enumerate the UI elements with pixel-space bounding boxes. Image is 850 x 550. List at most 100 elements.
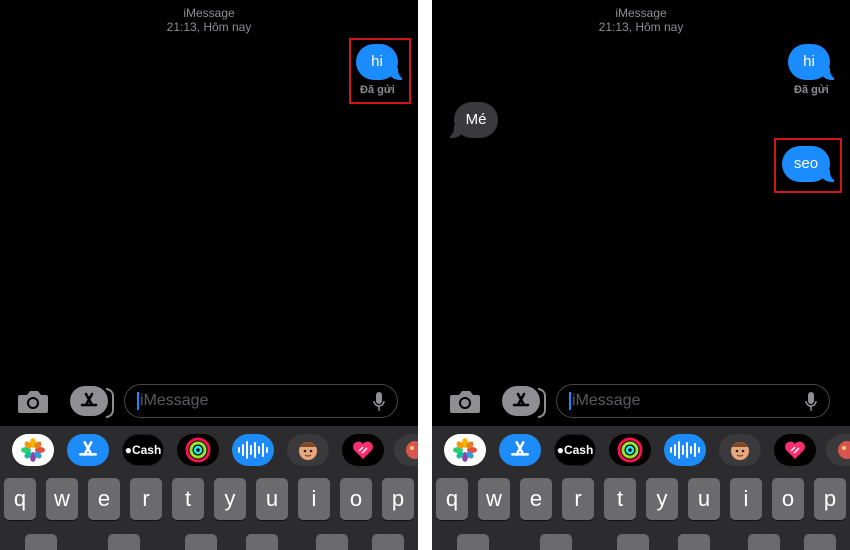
message-input[interactable]: iMessage [556, 384, 830, 418]
camera-button[interactable] [16, 388, 50, 416]
photos-app[interactable] [444, 434, 486, 466]
microphone-icon[interactable] [373, 392, 385, 412]
key-row2[interactable] [678, 534, 710, 550]
memoji-app[interactable] [719, 434, 761, 466]
key-row2[interactable] [246, 534, 278, 550]
key-r[interactable]: r [130, 478, 162, 520]
key-row2[interactable] [108, 534, 140, 550]
apple-cash-label: Cash [131, 443, 162, 457]
text-caret [569, 392, 571, 410]
more-apps-icon [406, 441, 418, 459]
apps-button[interactable] [502, 386, 546, 418]
thread-header: iMessage 21:13, Hôm nay [0, 6, 418, 34]
message-bubble-received[interactable]: Mé [444, 102, 498, 138]
highlight-box [774, 138, 842, 193]
apple-cash-icon: ● [124, 443, 132, 457]
app-store-icon [80, 392, 98, 407]
app-store-app[interactable] [499, 434, 541, 466]
apple-cash-label: Cash [563, 443, 594, 457]
audio-message-app[interactable] [664, 434, 706, 466]
keyboard: q w e r t y u i o p [432, 474, 850, 550]
key-e[interactable]: e [88, 478, 120, 520]
thread-timestamp: 21:13, Hôm nay [598, 20, 684, 34]
key-row2[interactable] [804, 534, 836, 550]
key-p[interactable]: p [814, 478, 846, 520]
apps-button[interactable] [70, 386, 114, 418]
text-caret [137, 392, 139, 410]
message-text: Mé [465, 111, 487, 128]
key-i[interactable]: i [730, 478, 762, 520]
delivered-status: Đã gửi [794, 84, 829, 96]
key-r[interactable]: r [562, 478, 594, 520]
key-q[interactable]: q [436, 478, 468, 520]
key-e[interactable]: e [520, 478, 552, 520]
service-label: iMessage [183, 6, 235, 20]
apple-cash-icon: ● [556, 443, 564, 457]
key-row2[interactable] [25, 534, 57, 550]
key-w[interactable]: w [478, 478, 510, 520]
photos-icon [21, 438, 45, 462]
message-input-placeholder: iMessage [572, 392, 641, 409]
memoji-app[interactable] [287, 434, 329, 466]
key-o[interactable]: o [340, 478, 372, 520]
app-drawer: ● Cash [432, 426, 850, 474]
digital-touch-icon [785, 441, 805, 459]
digital-touch-icon [353, 441, 373, 459]
key-row2[interactable] [748, 534, 780, 550]
photos-icon [453, 438, 477, 462]
key-row2[interactable] [457, 534, 489, 550]
memoji-icon [299, 442, 317, 460]
key-t[interactable]: t [172, 478, 204, 520]
more-apps-app[interactable] [394, 434, 418, 466]
key-q[interactable]: q [4, 478, 36, 520]
app-store-icon [79, 441, 97, 456]
key-t[interactable]: t [604, 478, 636, 520]
key-row2[interactable] [316, 534, 348, 550]
key-u[interactable]: u [256, 478, 288, 520]
key-row2[interactable] [617, 534, 649, 550]
digital-touch-app[interactable] [342, 434, 384, 466]
apple-cash-app[interactable]: ● Cash [554, 434, 596, 466]
audio-message-icon [238, 441, 268, 459]
key-y[interactable]: y [214, 478, 246, 520]
message-input-placeholder: iMessage [140, 392, 209, 409]
thread-header: iMessage 21:13, Hôm nay [432, 6, 850, 34]
thread-timestamp: 21:13, Hôm nay [166, 20, 252, 34]
key-row2[interactable] [540, 534, 572, 550]
key-w[interactable]: w [46, 478, 78, 520]
key-i[interactable]: i [298, 478, 330, 520]
camera-button[interactable] [448, 388, 482, 416]
key-y[interactable]: y [646, 478, 678, 520]
digital-touch-app[interactable] [774, 434, 816, 466]
app-store-icon [512, 392, 530, 407]
camera-icon [450, 391, 480, 413]
key-p[interactable]: p [382, 478, 414, 520]
memoji-icon [731, 442, 749, 460]
fitness-app[interactable] [609, 434, 651, 466]
keyboard: q w e r t y u i o p [0, 474, 418, 550]
audio-message-app[interactable] [232, 434, 274, 466]
photos-app[interactable] [12, 434, 54, 466]
fitness-app[interactable] [177, 434, 219, 466]
message-input[interactable]: iMessage [124, 384, 398, 418]
screenshot-panel-right: iMessage 21:13, Hôm nay hi Đã gửi Mé seo… [432, 0, 850, 550]
key-o[interactable]: o [772, 478, 804, 520]
app-store-app[interactable] [67, 434, 109, 466]
app-drawer: ● Cash [0, 426, 418, 474]
key-row2[interactable] [372, 534, 404, 550]
key-u[interactable]: u [688, 478, 720, 520]
microphone-icon[interactable] [805, 392, 817, 412]
fitness-icon [617, 437, 643, 463]
fitness-icon [185, 437, 211, 463]
message-text: hi [803, 53, 815, 70]
app-store-icon [511, 441, 529, 456]
apple-cash-app[interactable]: ● Cash [122, 434, 164, 466]
key-row2[interactable] [185, 534, 217, 550]
more-apps-app[interactable] [826, 434, 850, 466]
camera-icon [18, 391, 48, 413]
audio-message-icon [670, 441, 700, 459]
service-label: iMessage [615, 6, 667, 20]
screenshot-panel-left: iMessage 21:13, Hôm nay hi Đã gửi iMessa… [0, 0, 418, 550]
more-apps-icon [838, 441, 850, 459]
message-bubble-sent[interactable]: hi [788, 44, 840, 80]
